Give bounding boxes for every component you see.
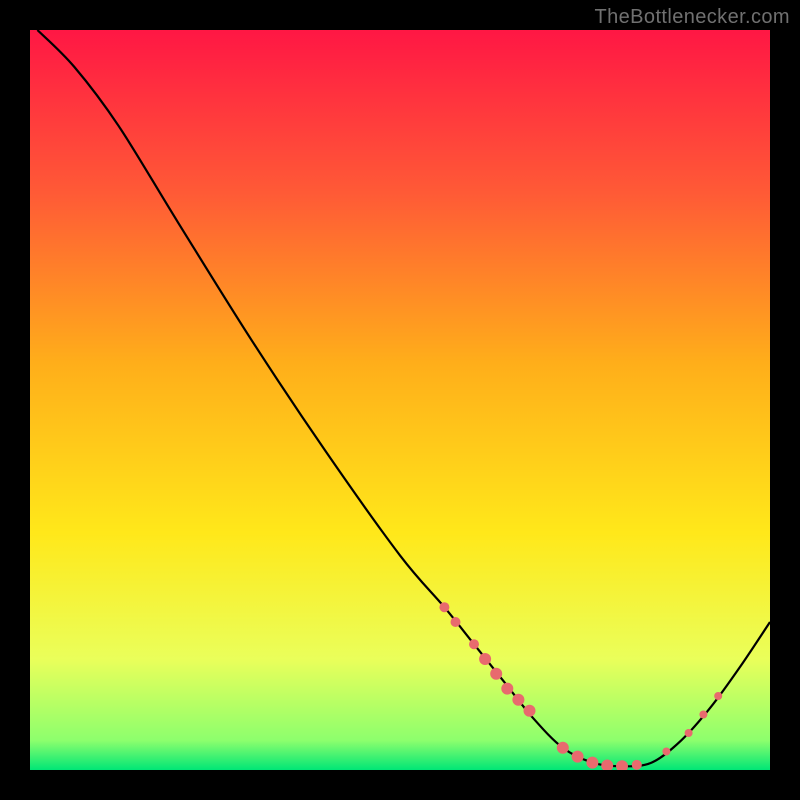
gradient-background [30, 30, 770, 770]
data-dot [685, 729, 693, 737]
data-dot [572, 751, 584, 763]
data-dot [439, 602, 449, 612]
data-dot [699, 711, 707, 719]
credit-label: TheBottlenecker.com [595, 6, 790, 29]
data-dot [586, 757, 598, 769]
data-dot [479, 653, 491, 665]
data-dot [557, 742, 569, 754]
data-dot [469, 639, 479, 649]
data-dot [714, 692, 722, 700]
data-dot [632, 760, 642, 770]
chart-frame: TheBottlenecker.com [0, 0, 800, 800]
data-dot [501, 683, 513, 695]
data-dot [451, 617, 461, 627]
data-dot [524, 705, 536, 717]
bottleneck-chart [30, 30, 770, 770]
data-dot [512, 694, 524, 706]
data-dot [662, 748, 670, 756]
data-dot [490, 668, 502, 680]
